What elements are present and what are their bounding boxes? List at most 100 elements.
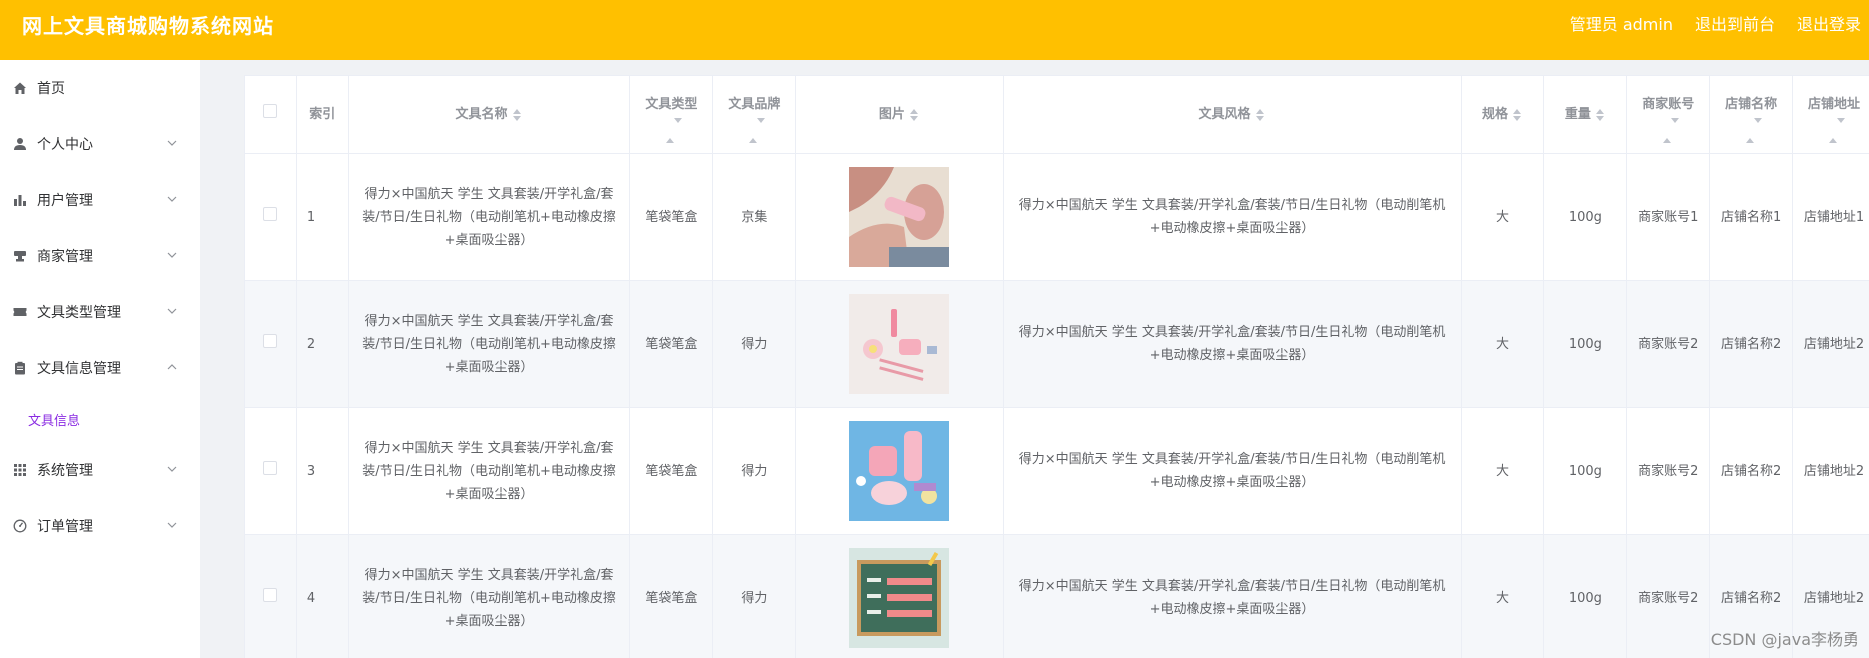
select-all-checkbox[interactable]: [263, 103, 278, 118]
chevron-down-icon: [167, 140, 177, 146]
shop-name-cell: 店铺名称2: [1709, 407, 1794, 535]
chevron-down-icon: [167, 466, 177, 472]
header-type-label: 文具类型: [645, 96, 698, 112]
name-cell: 得力×中国航天 学生 文具套装/开学礼盒/套装/节日/生日礼物（电动削笔机+电动…: [347, 280, 631, 408]
header-shop-addr[interactable]: 店铺地址: [1792, 75, 1869, 154]
header-shop-name[interactable]: 店铺名称: [1709, 75, 1794, 154]
sidebar-item-personal-center[interactable]: 个人中心: [0, 116, 200, 172]
header-name-label: 文具名称: [455, 106, 508, 122]
account-cell: 商家账号1: [1626, 153, 1711, 281]
header-image[interactable]: 图片: [795, 75, 1004, 154]
chevron-down-icon: [167, 252, 177, 258]
header-style-label: 文具风格: [1198, 106, 1251, 122]
header-brand[interactable]: 文具品牌: [712, 75, 797, 154]
type-cell: 笔袋笔盒: [629, 280, 714, 408]
header-spec[interactable]: 规格: [1460, 75, 1545, 154]
style-cell: 得力×中国航天 学生 文具套装/开学礼盒/套装/节日/生日礼物（电动削笔机+电动…: [1002, 407, 1462, 535]
stationery-table-container: 索引 文具名称 文具类型 文具品牌 图片 文具风格 规格 重量 商家账号 店铺名…: [244, 75, 1869, 658]
sort-icon[interactable]: [749, 117, 766, 143]
row-select-cell: [244, 280, 297, 408]
row-checkbox[interactable]: [263, 460, 278, 475]
image-cell: [795, 153, 1004, 281]
style-cell: 得力×中国航天 学生 文具套装/开学礼盒/套装/节日/生日礼物（电动削笔机+电动…: [1002, 280, 1462, 408]
image-cell: [795, 534, 1004, 658]
submenu-item-stationery-info[interactable]: 文具信息: [0, 396, 200, 442]
ticket-icon: [13, 305, 27, 319]
sidebar-item-type-management[interactable]: 文具类型管理: [0, 284, 200, 340]
sidebar-item-user-management[interactable]: 用户管理: [0, 172, 200, 228]
product-image-pink-stationery-set: [849, 294, 950, 394]
row-checkbox[interactable]: [263, 206, 278, 221]
sort-icon[interactable]: [1663, 117, 1680, 143]
row-checkbox[interactable]: [263, 587, 278, 602]
back-to-front-link[interactable]: 退出到前台: [1695, 11, 1775, 35]
header-brand-label: 文具品牌: [728, 96, 781, 112]
sort-icon[interactable]: [1746, 117, 1763, 143]
sidebar-item-home[interactable]: 首页: [0, 60, 200, 116]
style-cell: 得力×中国航天 学生 文具套装/开学礼盒/套装/节日/生日礼物（电动削笔机+电动…: [1002, 153, 1462, 281]
header-index-label: 索引: [309, 106, 336, 122]
sort-icon[interactable]: [909, 107, 920, 123]
header-image-label: 图片: [878, 106, 905, 122]
image-cell: [795, 407, 1004, 535]
logout-link[interactable]: 退出登录: [1797, 11, 1861, 35]
header-weight-label: 重量: [1564, 106, 1591, 122]
sidebar-item-label: 用户管理: [37, 193, 93, 209]
sidebar-item-label: 首页: [37, 81, 65, 97]
stationery-table: 索引 文具名称 文具类型 文具品牌 图片 文具风格 规格 重量 商家账号 店铺名…: [244, 75, 1869, 658]
type-cell: 笔袋笔盒: [629, 407, 714, 535]
top-header: 网上文具商城购物系统网站 管理员 admin 退出到前台 退出登录: [0, 0, 1869, 60]
sidebar-item-info-management[interactable]: 文具信息管理: [0, 340, 200, 396]
table-row: 3 得力×中国航天 学生 文具套装/开学礼盒/套装/节日/生日礼物（电动削笔机+…: [244, 407, 1869, 535]
clipboard-icon: [13, 361, 27, 375]
index-cell: 3: [295, 407, 349, 535]
sort-icon[interactable]: [512, 107, 523, 123]
product-image-pencil-sharpener-hands: [849, 167, 950, 267]
shop-addr-cell: 店铺地址2: [1792, 280, 1869, 408]
brand-cell: 得力: [712, 534, 797, 658]
chevron-down-icon: [167, 522, 177, 528]
index-cell: 2: [295, 280, 349, 408]
header-type[interactable]: 文具类型: [629, 75, 714, 154]
sidebar-menu: 首页 个人中心 用户管理 商家管理 文具类型管理 文具信息管理 文具信息 系统管…: [0, 60, 200, 658]
style-cell: 得力×中国航天 学生 文具套装/开学礼盒/套装/节日/生日礼物（电动削笔机+电动…: [1002, 534, 1462, 658]
header-links: 管理员 admin 退出到前台 退出登录: [1570, 11, 1861, 35]
sidebar-item-merchant-management[interactable]: 商家管理: [0, 228, 200, 284]
header-weight[interactable]: 重量: [1543, 75, 1628, 154]
sidebar-item-system-management[interactable]: 系统管理: [0, 442, 200, 498]
sort-icon[interactable]: [1513, 107, 1523, 123]
sort-icon[interactable]: [666, 117, 683, 143]
brand-cell: 得力: [712, 407, 797, 535]
sidebar-item-label: 个人中心: [37, 137, 93, 153]
sidebar-item-label: 文具信息管理: [37, 361, 121, 377]
shop-name-cell: 店铺名称1: [1709, 153, 1794, 281]
index-cell: 1: [295, 153, 349, 281]
shop-addr-cell: 店铺地址2: [1792, 407, 1869, 535]
sort-icon[interactable]: [1255, 107, 1266, 123]
sort-icon[interactable]: [1595, 107, 1606, 123]
header-account[interactable]: 商家账号: [1626, 75, 1711, 154]
user-icon: [13, 137, 27, 151]
header-style[interactable]: 文具风格: [1002, 75, 1462, 154]
site-title: 网上文具商城购物系统网站: [22, 14, 274, 38]
main-content: 索引 文具名称 文具类型 文具品牌 图片 文具风格 规格 重量 商家账号 店铺名…: [222, 60, 1869, 658]
table-row: 2 得力×中国航天 学生 文具套装/开学礼盒/套装/节日/生日礼物（电动削笔机+…: [244, 280, 1869, 408]
product-image-chalkboard-pencils: [849, 548, 950, 648]
weight-cell: 100g: [1543, 153, 1628, 281]
sidebar-item-label: 订单管理: [37, 519, 93, 535]
header-spec-label: 规格: [1481, 106, 1508, 122]
image-cell: [795, 280, 1004, 408]
sidebar-item-label: 商家管理: [37, 249, 93, 265]
header-shop-name-label: 店铺名称: [1725, 96, 1778, 112]
chevron-down-icon: [167, 196, 177, 202]
row-select-cell: [244, 534, 297, 658]
sort-icon[interactable]: [1829, 117, 1846, 143]
name-cell: 得力×中国航天 学生 文具套装/开学礼盒/套装/节日/生日礼物（电动削笔机+电动…: [347, 153, 631, 281]
admin-user-link[interactable]: 管理员 admin: [1570, 11, 1673, 35]
row-checkbox[interactable]: [263, 333, 278, 348]
header-name[interactable]: 文具名称: [347, 75, 631, 154]
sidebar-item-order-management[interactable]: 订单管理: [0, 498, 200, 554]
brand-cell: 京集: [712, 153, 797, 281]
stamp-icon: [13, 249, 27, 263]
shop-name-cell: 店铺名称2: [1709, 280, 1794, 408]
